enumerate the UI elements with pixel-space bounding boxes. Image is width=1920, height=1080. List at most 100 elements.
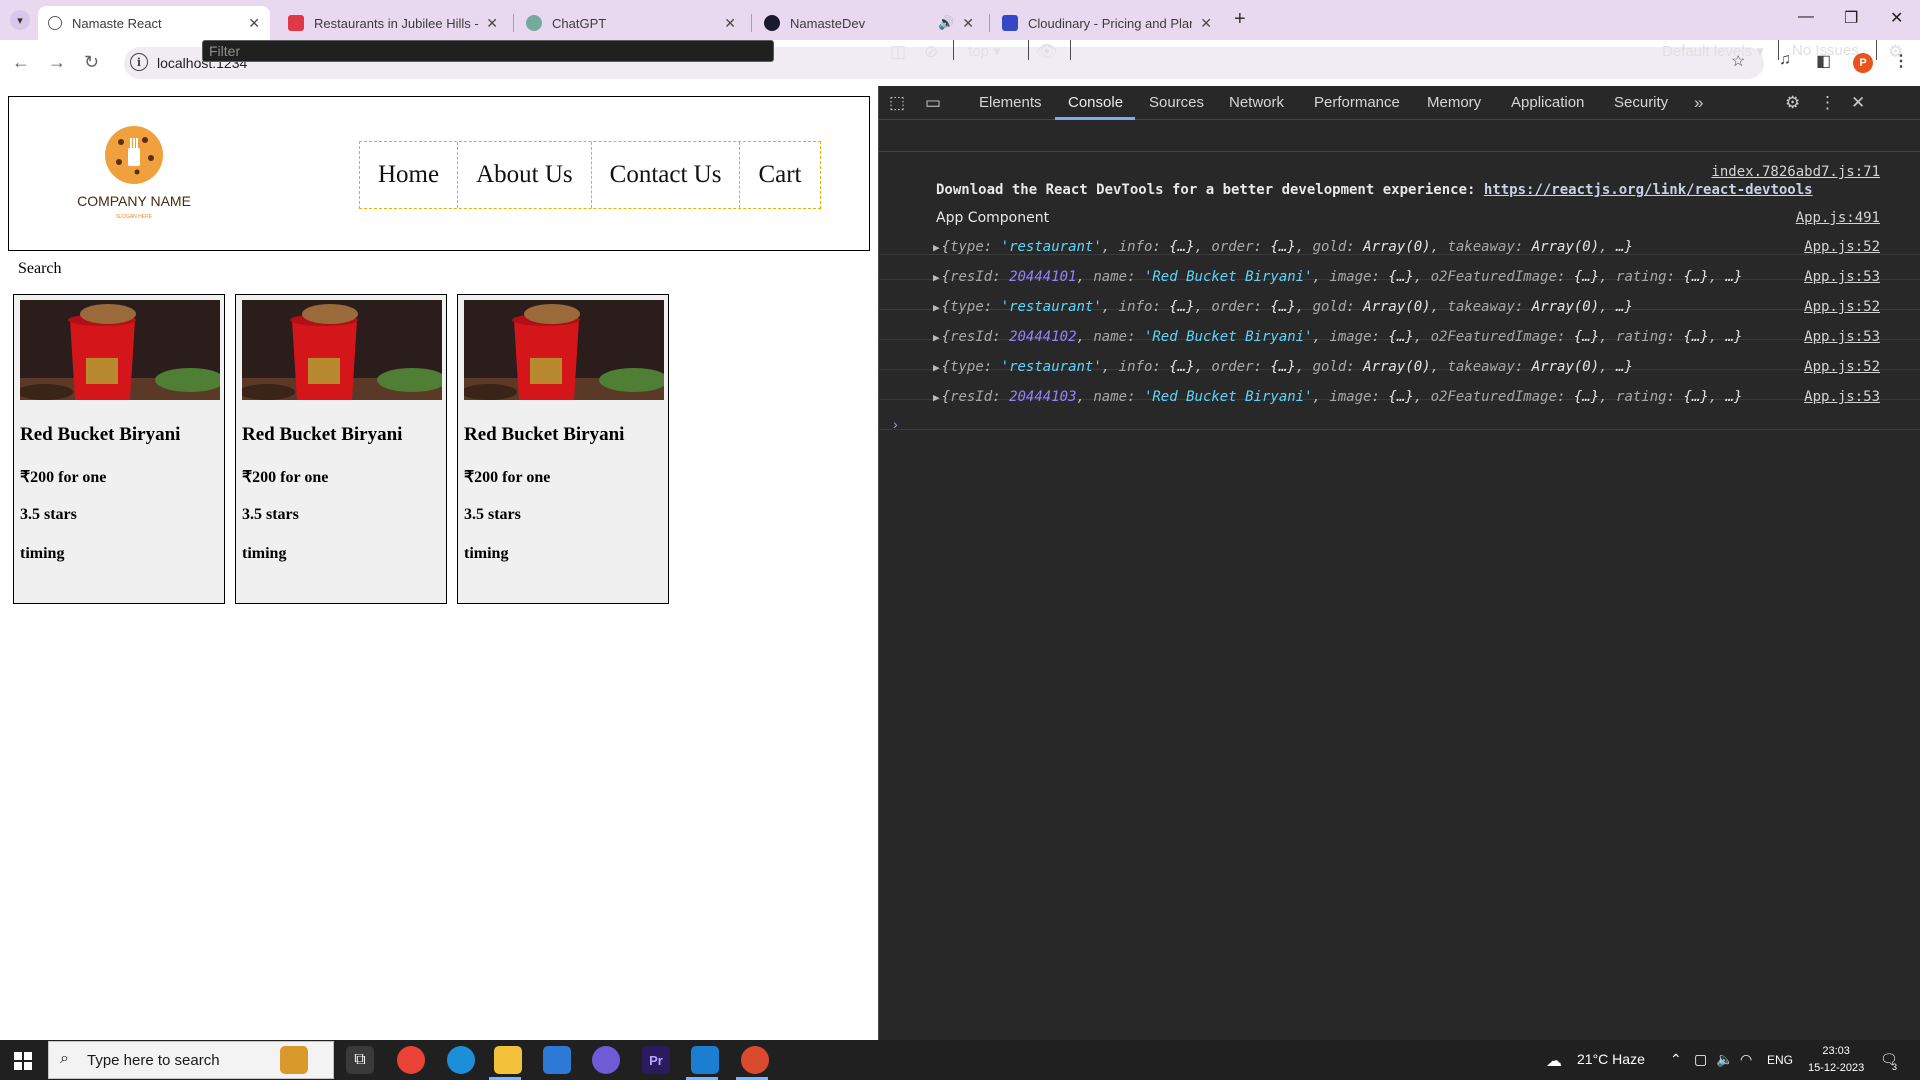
kebab-menu-icon[interactable]: ⋮: [1819, 93, 1836, 113]
tab-cloudinary[interactable]: Cloudinary - Pricing and Plans ✕: [992, 6, 1222, 40]
log-source-link[interactable]: index.7826abd7.js:71: [1711, 164, 1880, 180]
close-window-icon[interactable]: ✕: [1890, 8, 1903, 28]
tab-namaste-react[interactable]: Namaste React ✕: [38, 6, 270, 40]
restore-icon[interactable]: ❐: [1844, 8, 1858, 28]
vscode-icon[interactable]: [691, 1046, 719, 1074]
devtools-tab-performance[interactable]: Performance: [1314, 94, 1400, 111]
expand-triangle-icon[interactable]: ▶: [933, 361, 940, 374]
system-clock[interactable]: 23:03 15-12-2023: [1808, 1043, 1864, 1077]
language-indicator[interactable]: ENG: [1767, 1053, 1793, 1067]
devtools-tab-memory[interactable]: Memory: [1427, 94, 1481, 111]
chevron-up-icon[interactable]: ⌃: [1670, 1051, 1682, 1068]
log-object[interactable]: ▶ {type: 'restaurant', info: {…}, order: …: [933, 239, 1633, 255]
nav-home[interactable]: Home: [360, 142, 459, 208]
close-icon[interactable]: ✕: [248, 15, 260, 32]
expand-triangle-icon[interactable]: ▶: [933, 271, 940, 284]
device-icon[interactable]: ▢: [1694, 1051, 1707, 1068]
tab-zomato[interactable]: Restaurants in Jubilee Hills - Zomato ✕: [278, 6, 508, 40]
media-control-icon[interactable]: ♫: [1779, 51, 1791, 69]
forward-arrow-icon[interactable]: →: [48, 52, 66, 73]
chrome-profile-icon[interactable]: [741, 1046, 769, 1074]
devtools-tab-network[interactable]: Network: [1229, 94, 1284, 111]
log-source-link[interactable]: App.js:491: [1796, 210, 1880, 226]
reload-icon[interactable]: ↻: [84, 52, 99, 73]
tab-search-button[interactable]: ▾: [10, 10, 30, 30]
restaurant-price: ₹200 for one: [242, 469, 329, 486]
nav-contact-us[interactable]: Contact Us: [592, 142, 741, 208]
globe-icon: [48, 16, 62, 30]
microsoft-store-icon[interactable]: [543, 1046, 571, 1074]
windows-start-icon[interactable]: [14, 1052, 32, 1070]
devtools-link[interactable]: https://reactjs.org/link/react-devtools: [1484, 182, 1813, 198]
log-source-link[interactable]: App.js:53: [1804, 269, 1880, 285]
device-toolbar-icon[interactable]: ▭: [925, 93, 941, 113]
weather-text[interactable]: 21°C Haze: [1577, 1051, 1645, 1067]
settings-gear-icon[interactable]: ⚙: [1785, 93, 1800, 113]
premiere-pro-icon[interactable]: Pr: [642, 1046, 670, 1074]
log-source-link[interactable]: App.js:53: [1804, 329, 1880, 345]
log-row-divider: [878, 405, 1920, 430]
expand-triangle-icon[interactable]: ▶: [933, 331, 940, 344]
close-icon[interactable]: ✕: [1200, 15, 1212, 32]
expand-triangle-icon[interactable]: ▶: [933, 301, 940, 314]
console-settings-icon[interactable]: ⚙: [1888, 42, 1903, 62]
log-object[interactable]: ▶ {resId: 20444103, name: 'Red Bucket Bir…: [933, 389, 1742, 405]
edge-icon[interactable]: [447, 1046, 475, 1074]
console-prompt-caret-icon[interactable]: ›: [893, 416, 898, 432]
log-object[interactable]: ▶ {resId: 20444102, name: 'Red Bucket Bir…: [933, 329, 1742, 345]
log-object[interactable]: ▶ {type: 'restaurant', info: {…}, order: …: [933, 359, 1633, 375]
expand-triangle-icon[interactable]: ▶: [933, 391, 940, 404]
nav-cart[interactable]: Cart: [740, 142, 819, 208]
task-view-icon[interactable]: ⧉: [346, 1046, 374, 1074]
console-filter-input[interactable]: Filter: [202, 40, 774, 62]
log-object[interactable]: ▶ {type: 'restaurant', info: {…}, order: …: [933, 299, 1633, 315]
tab-separator: [513, 14, 514, 32]
log-source-link[interactable]: App.js:52: [1804, 299, 1880, 315]
inspect-element-icon[interactable]: ⬚: [889, 93, 905, 113]
restaurant-card[interactable]: Red Bucket Biryani ₹200 for one 3.5 star…: [235, 294, 447, 604]
file-explorer-icon[interactable]: [494, 1046, 522, 1074]
new-tab-button[interactable]: +: [1234, 8, 1246, 31]
close-icon[interactable]: ✕: [486, 15, 498, 32]
log-source-link[interactable]: App.js:53: [1804, 389, 1880, 405]
context-selector[interactable]: top ▾: [968, 42, 1001, 60]
issues-counter[interactable]: No Issues: [1792, 42, 1859, 59]
tab-chatgpt[interactable]: ChatGPT ✕: [516, 6, 746, 40]
taskbar-search-placeholder[interactable]: Type here to search: [87, 1052, 220, 1069]
log-source-link[interactable]: App.js:52: [1804, 239, 1880, 255]
close-icon[interactable]: ✕: [962, 15, 974, 32]
back-arrow-icon[interactable]: ←: [12, 52, 30, 73]
nav-about-us[interactable]: About Us: [458, 142, 592, 208]
network-icon[interactable]: ◠: [1740, 1051, 1752, 1068]
expand-triangle-icon[interactable]: ▶: [933, 241, 940, 254]
devtools-tab-elements[interactable]: Elements: [979, 94, 1042, 111]
devtools-tab-console[interactable]: Console: [1068, 94, 1123, 111]
tab-title: Restaurants in Jubilee Hills - Zomato: [314, 15, 478, 31]
eye-icon[interactable]: 👁: [1036, 42, 1058, 62]
restaurant-card[interactable]: Red Bucket Biryani ₹200 for one 3.5 star…: [457, 294, 669, 604]
copilot-icon[interactable]: [592, 1046, 620, 1074]
close-devtools-icon[interactable]: ✕: [1851, 93, 1865, 113]
log-object[interactable]: ▶ {resId: 20444101, name: 'Red Bucket Bir…: [933, 269, 1742, 285]
devtools-tab-security[interactable]: Security: [1614, 94, 1668, 111]
briefcase-widget-icon[interactable]: [280, 1046, 308, 1074]
log-source-link[interactable]: App.js:52: [1804, 359, 1880, 375]
volume-icon[interactable]: 🔈: [1716, 1051, 1733, 1068]
minimize-icon[interactable]: —: [1798, 8, 1814, 26]
restaurant-card[interactable]: Red Bucket Biryani ₹200 for one 3.5 star…: [13, 294, 225, 604]
company-logo[interactable]: COMPANY NAME SLOGAN HERE: [59, 100, 209, 248]
restaurant-rating: 3.5 stars: [20, 506, 77, 523]
restaurant-price: ₹200 for one: [464, 469, 551, 486]
site-info-icon[interactable]: i: [130, 53, 148, 71]
sidebar-toggle-icon[interactable]: ◫: [890, 42, 906, 62]
close-icon[interactable]: ✕: [724, 15, 736, 32]
clear-console-icon[interactable]: ⊘: [924, 42, 938, 62]
chrome-icon[interactable]: [397, 1046, 425, 1074]
log-levels-dropdown[interactable]: Default levels ▾: [1662, 42, 1764, 60]
devtools-tab-application[interactable]: Application: [1511, 94, 1584, 111]
weather-icon[interactable]: ☁: [1546, 1051, 1562, 1071]
devtools-tab-sources[interactable]: Sources: [1149, 94, 1204, 111]
tab-namastedev[interactable]: NamasteDev 🔊 ✕: [754, 6, 984, 40]
more-tabs-icon[interactable]: »: [1694, 93, 1703, 113]
speaker-icon[interactable]: 🔊: [938, 15, 954, 31]
